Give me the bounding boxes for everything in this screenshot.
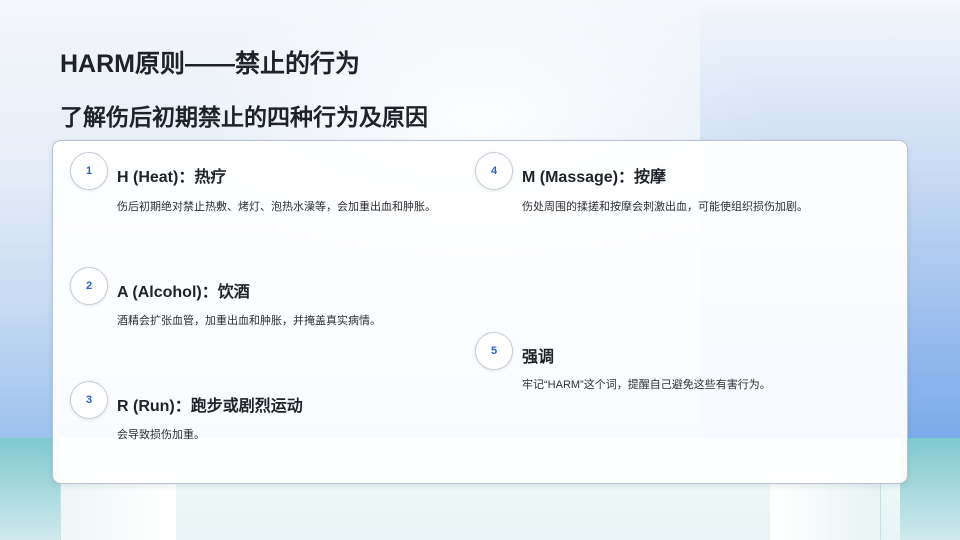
background-floor-left-accent: [0, 438, 60, 540]
slide-title: HARM原则——禁止的行为: [60, 50, 360, 78]
item-description: 牢记“HARM”这个词，提醒自己避免这些有害行为。: [522, 379, 771, 391]
background-floor-right-accent: [900, 438, 960, 540]
item-description: 会导致损伤加重。: [117, 429, 205, 441]
content-card: 1 H (Heat)：热疗 伤后初期绝对禁止热敷、烤灯、泡热水澡等，会加重出血和…: [52, 140, 908, 484]
item-heading: R (Run)：跑步或剧烈运动: [117, 398, 303, 415]
number-badge: 1: [70, 152, 108, 190]
item-heading: A (Alcohol)：饮酒: [117, 284, 250, 301]
number-badge: 3: [70, 381, 108, 419]
item-description: 伤后初期绝对禁止热敷、烤灯、泡热水澡等，会加重出血和肿胀。: [117, 201, 436, 213]
number-badge: 4: [475, 152, 513, 190]
item-description: 伤处周围的揉搓和按摩会刺激出血，可能使组织损伤加剧。: [522, 201, 808, 213]
background-pillar-right: [770, 478, 881, 540]
item-heading: 强调: [522, 349, 555, 366]
number-badge: 2: [70, 267, 108, 305]
item-description: 酒精会扩张血管，加重出血和肿胀，并掩盖真实病情。: [117, 315, 381, 327]
item-heading: H (Heat)：热疗: [117, 169, 227, 186]
slide-subtitle: 了解伤后初期禁止的四种行为及原因: [60, 104, 428, 130]
background-pillar-left: [60, 478, 176, 540]
item-heading: M (Massage)：按摩: [522, 169, 667, 186]
number-badge: 5: [475, 332, 513, 370]
